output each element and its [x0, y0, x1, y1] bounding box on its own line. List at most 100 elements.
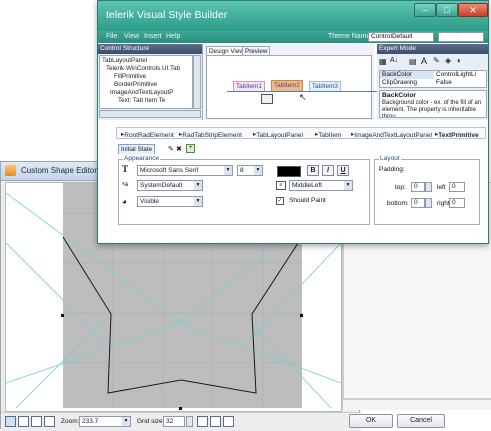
- categorized-icon[interactable]: ▦: [379, 57, 387, 66]
- close-button[interactable]: ✕: [458, 3, 488, 17]
- app-icon: [5, 165, 16, 176]
- font-family-value: Microsoft Sans Serif: [140, 167, 199, 174]
- minimize-button[interactable]: –: [414, 3, 436, 17]
- pointer-tool-icon[interactable]: [5, 416, 16, 427]
- visibility-value: Visible: [140, 198, 160, 205]
- alignment-select[interactable]: MiddleLeft ▼: [289, 180, 353, 191]
- font-color-icon[interactable]: A: [421, 56, 427, 66]
- padding-left-input[interactable]: 0: [449, 182, 465, 192]
- tree-horizontal-scrollbar[interactable]: [99, 110, 201, 118]
- zoom-dropdown[interactable]: 100%: [438, 32, 484, 42]
- tree-item[interactable]: FillPrimitive: [114, 73, 146, 80]
- property-value[interactable]: False: [436, 79, 452, 86]
- padding-top-input[interactable]: 0: [411, 182, 425, 192]
- ok-button[interactable]: OK: [349, 414, 393, 428]
- grid-size-input[interactable]: 32: [163, 416, 185, 427]
- builder-titlebar[interactable]: telerik Visual Style Builder – □ ✕: [98, 1, 488, 31]
- grid-size-value: 32: [166, 418, 174, 425]
- tree-item[interactable]: BorderPrimitive: [114, 81, 157, 88]
- menu-insert[interactable]: Insert: [144, 33, 162, 40]
- breadcrumb-item[interactable]: ▸ TabLayoutPanel: [253, 130, 303, 139]
- chevron-down-icon: ▼: [254, 166, 262, 175]
- font-size-select[interactable]: 8 ▼: [237, 165, 263, 176]
- expert-mode-toolbar: ▦ A↓ ▤ A ✎ ◈ ◐: [379, 56, 487, 68]
- visual-style-builder-window: telerik Visual Style Builder – □ ✕ File …: [97, 0, 489, 244]
- breadcrumb-item[interactable]: ▸ RootRadElement: [121, 130, 174, 139]
- layout-group: Layout Padding: top: 0 left 0 bottom: 0 …: [374, 155, 480, 225]
- fill-icon[interactable]: ◈: [445, 56, 451, 65]
- text-rendering-select[interactable]: SystemDefault ▼: [137, 180, 203, 191]
- preview-tabstrip: TabItem1 TabItem2 TabItem3: [227, 79, 377, 92]
- tree-vertical-scrollbar[interactable]: [193, 55, 201, 109]
- line-tool-icon[interactable]: [18, 416, 29, 427]
- padding-right-label: right: [437, 200, 450, 207]
- theme-name-input[interactable]: ControlDefault: [368, 32, 434, 42]
- padding-label: Padding:: [379, 166, 405, 173]
- add-state-icon[interactable]: +: [186, 144, 195, 153]
- padding-top-spinner[interactable]: [425, 182, 432, 192]
- edit-state-icon[interactable]: ✎: [168, 145, 174, 153]
- padding-right-input[interactable]: 0: [449, 198, 465, 208]
- breadcrumb-item[interactable]: ▸ ImageAndTextLayoutPanel: [351, 130, 432, 139]
- snap-grid-icon[interactable]: [197, 416, 208, 427]
- zoom-dropdown-value: 100%: [441, 35, 459, 42]
- tab-design-view[interactable]: Design View: [206, 46, 247, 55]
- preview-tab-item[interactable]: TabItem2: [271, 80, 303, 91]
- tree-item[interactable]: Text: Tab Item Te: [118, 97, 165, 104]
- element-marker-icon: [261, 94, 273, 104]
- delete-state-icon[interactable]: ✖: [176, 145, 182, 153]
- menu-help[interactable]: Help: [166, 33, 180, 40]
- padding-bottom-label: bottom:: [387, 200, 409, 207]
- control-tree[interactable]: TabLayoutPanel Telerik.WinControls.UI.Ta…: [99, 55, 193, 109]
- design-surface[interactable]: TabItem1 TabItem2 TabItem3 ↖: [206, 55, 377, 119]
- properties-footer: [343, 398, 491, 411]
- preview-tab-item[interactable]: TabItem1: [233, 81, 265, 91]
- property-grid[interactable]: BackColor ControlLightLi ClipDrawing Fal…: [379, 70, 487, 88]
- tree-item[interactable]: ImageAndTextLayoutP: [110, 89, 173, 96]
- padding-bottom-input[interactable]: 0: [411, 198, 425, 208]
- tab-initial-state[interactable]: Initial State: [118, 144, 156, 154]
- padding-bottom-spinner[interactable]: [425, 198, 432, 208]
- visibility-icon: ◕: [122, 197, 127, 206]
- visibility-select[interactable]: Visible ▼: [137, 196, 203, 207]
- zoom-value: 233.7: [82, 418, 99, 425]
- cancel-button[interactable]: Cancel: [397, 414, 445, 428]
- underline-button[interactable]: U: [337, 165, 349, 176]
- font-family-select[interactable]: Microsoft Sans Serif ▼: [137, 165, 233, 176]
- padding-left-label: left: [437, 184, 446, 191]
- grid-size-spinner[interactable]: [186, 416, 193, 427]
- paint-icon[interactable]: ✎: [433, 56, 440, 65]
- breadcrumb-item[interactable]: ▸ TabItem: [315, 130, 341, 139]
- gradient-icon[interactable]: ◐: [457, 56, 462, 65]
- expert-mode-panel: Expert Mode ▦ A↓ ▤ A ✎ ◈ ◐ BackColor Con…: [377, 44, 488, 120]
- zoom-select[interactable]: 233.7 ▼: [79, 416, 131, 427]
- font-color-swatch[interactable]: [277, 166, 301, 177]
- property-value[interactable]: ControlLightLi: [436, 71, 486, 79]
- should-paint-checkbox[interactable]: ✓: [276, 197, 284, 205]
- bezier-tool-icon[interactable]: [44, 416, 55, 427]
- preview-tab-item[interactable]: TabItem3: [309, 81, 341, 91]
- breadcrumb-item[interactable]: ▸ RadTabStripElement: [179, 130, 242, 139]
- font-size-value: 8: [240, 167, 244, 174]
- zoom-label: Zoom:: [61, 418, 80, 425]
- sort-alpha-icon[interactable]: A↓: [390, 57, 398, 64]
- curve-tool-icon[interactable]: [31, 416, 42, 427]
- chevron-down-icon: ▼: [194, 197, 202, 206]
- breadcrumb-item-current[interactable]: ▸ TextPrimitive: [435, 130, 479, 139]
- menu-file[interactable]: File: [106, 33, 117, 40]
- grid-size-label: Grid size:: [137, 418, 165, 425]
- expert-mode-header: Expert Mode: [377, 44, 488, 54]
- properties-icon[interactable]: ▤: [409, 57, 417, 66]
- tree-item[interactable]: Telerik.WinControls.UI.Tab: [106, 65, 180, 72]
- bold-button[interactable]: B: [307, 165, 319, 176]
- padding-top-label: top:: [395, 184, 406, 191]
- tab-preview[interactable]: Preview: [242, 46, 271, 55]
- preview-shape-icon[interactable]: [223, 416, 234, 427]
- tree-item[interactable]: TabLayoutPanel: [102, 57, 147, 64]
- maximize-button[interactable]: □: [436, 3, 458, 17]
- italic-button[interactable]: I: [322, 165, 334, 176]
- font-icon: T: [122, 164, 129, 174]
- builder-title: telerik Visual Style Builder: [106, 9, 228, 21]
- menu-view[interactable]: View: [124, 33, 139, 40]
- show-grid-icon[interactable]: [210, 416, 221, 427]
